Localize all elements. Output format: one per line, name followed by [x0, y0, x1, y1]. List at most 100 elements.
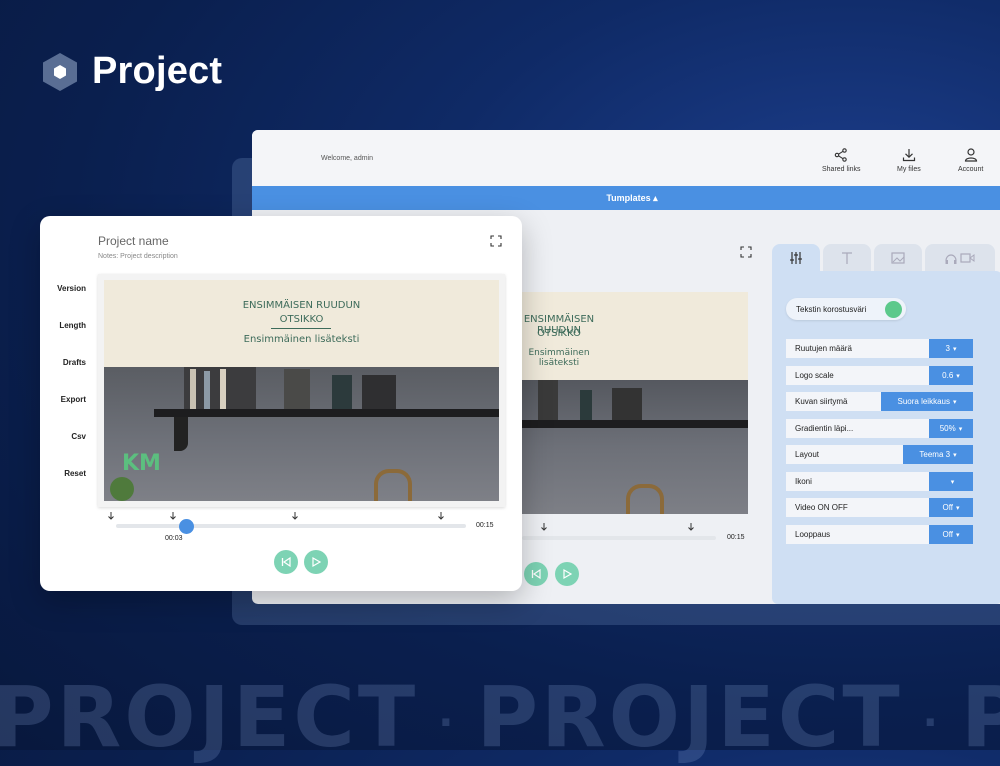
setting-value: Off: [942, 503, 953, 512]
setting-label: Video ON OFF: [795, 503, 848, 512]
timeline-track[interactable]: [116, 524, 466, 528]
fullscreen-icon[interactable]: [490, 235, 502, 247]
nav-shared-links[interactable]: Shared links: [822, 148, 861, 173]
setting-value: Off: [942, 530, 953, 539]
marker-arrow-icon: [688, 523, 694, 531]
preview-logo: KM: [122, 451, 161, 476]
watermark-separator: ·: [922, 700, 941, 747]
setting-dropdown[interactable]: Off ▾: [929, 525, 973, 544]
brand-title: Project: [92, 50, 223, 92]
welcome-text: Welcome, admin: [321, 155, 374, 162]
setting-value: 50%: [939, 424, 956, 433]
setting-dropdown[interactable]: 3 ▾: [929, 339, 973, 358]
menu-drafts[interactable]: Drafts: [63, 358, 86, 367]
marker-arrow-icon: [108, 512, 114, 520]
settings-tabs: [772, 244, 995, 272]
video-preview: ENSIMMÄISEN RUUDUN OTSIKKO Ensimmäinen l…: [98, 274, 505, 507]
setting-dropdown[interactable]: Teema 3 ▾: [903, 445, 973, 464]
marker-arrow-icon: [292, 512, 298, 520]
preview-photo: [520, 380, 748, 514]
preview-headline-2: OTSIKKO: [279, 314, 324, 325]
marker-arrow-icon: [170, 512, 176, 520]
watermark-word: PROJE: [960, 668, 1000, 766]
setting-row: Looppaus Off ▾: [786, 525, 973, 544]
setting-label: Ikoni: [795, 477, 812, 486]
back-video-preview: ENSIMMÄISEN RUUDUN OTSIKKO Ensimmäinen l…: [520, 292, 748, 514]
share-icon: [835, 148, 848, 162]
tab-image[interactable]: [874, 244, 922, 272]
menu-version[interactable]: Version: [57, 284, 86, 293]
play-icon: [563, 568, 573, 580]
timeline-playhead[interactable]: [179, 519, 194, 534]
nav-label: Shared links: [822, 166, 861, 173]
settings-panel: Tekstin korostusväri Ruutujen määrä 3 ▾ Log…: [772, 271, 1000, 604]
user-icon: [964, 148, 977, 162]
previous-button[interactable]: [274, 550, 298, 574]
setting-dropdown[interactable]: ▾: [929, 472, 973, 491]
setting-label: Logo scale: [795, 371, 834, 380]
project-name[interactable]: Project name: [98, 234, 169, 248]
fullscreen-icon[interactable]: [740, 246, 752, 258]
hexagon-logo-icon: [42, 52, 78, 92]
setting-row: Video ON OFF Off ▾: [786, 498, 973, 517]
chevron-down-icon: ▾: [956, 504, 960, 512]
setting-value: 0.6: [942, 371, 954, 380]
play-icon: [312, 556, 322, 568]
brand: Project: [42, 50, 222, 93]
tab-audio-video[interactable]: [925, 244, 995, 272]
preview-headline: ENSIMMÄISEN RUUDUN: [242, 300, 361, 311]
setting-label: Layout: [795, 450, 820, 459]
setting-row: Layout Teema 3 ▾: [786, 445, 973, 464]
skip-back-icon: [531, 568, 541, 580]
back-play-button[interactable]: [555, 562, 579, 586]
color-swatch[interactable]: [885, 301, 902, 318]
play-button[interactable]: [304, 550, 328, 574]
templates-bar[interactable]: Tumplates ▴: [252, 186, 1000, 210]
highlight-color-toggle[interactable]: Tekstin korostusväri: [786, 298, 906, 320]
watermark-word: PROJECT: [476, 668, 903, 766]
preview-headline-2: OTSIKKO: [537, 328, 581, 339]
setting-dropdown[interactable]: Off ▾: [929, 498, 973, 517]
setting-row: Logo scale 0.6 ▾: [786, 366, 973, 385]
setting-dropdown[interactable]: Suora leikkaus ▾: [881, 392, 973, 411]
setting-label: Kuvan siirtymä: [795, 397, 848, 406]
nav-account[interactable]: Account: [958, 148, 983, 173]
setting-dropdown[interactable]: 0.6 ▾: [929, 366, 973, 385]
audio-video-icon: [945, 253, 975, 264]
nav-my-files[interactable]: My files: [897, 148, 921, 173]
menu-reset[interactable]: Reset: [64, 469, 86, 478]
end-time: 00:15: [476, 522, 494, 529]
setting-dropdown[interactable]: 50% ▾: [929, 419, 973, 438]
chevron-down-icon: ▾: [952, 345, 957, 353]
chevron-down-icon: ▾: [950, 478, 955, 486]
tab-text[interactable]: [823, 244, 871, 272]
chevron-down-icon: ▾: [953, 451, 957, 459]
tab-settings[interactable]: [772, 244, 820, 272]
top-bar: Welcome, admin Shared links My files Acc…: [252, 130, 1000, 186]
menu-length[interactable]: Length: [59, 321, 86, 330]
setting-label: Ruutujen määrä: [795, 344, 852, 353]
nav-label: Account: [958, 166, 984, 173]
text-icon: [842, 252, 852, 264]
watermark-word: PROJECT: [0, 668, 419, 766]
download-icon: [902, 149, 915, 162]
marker-arrow-icon: [438, 512, 444, 520]
marker-arrow-icon: [541, 523, 547, 531]
preview-subtext: Ensimmäinen lisäteksti: [528, 348, 590, 368]
setting-row: Kuvan siirtymä Suora leikkaus ▾: [786, 392, 973, 411]
sliders-icon: [790, 252, 802, 264]
menu-csv[interactable]: Csv: [71, 432, 86, 441]
chevron-down-icon: ▾: [958, 425, 963, 433]
project-notes[interactable]: Notes: Project description: [98, 253, 178, 260]
skip-back-icon: [281, 556, 291, 568]
back-timeline[interactable]: [522, 536, 716, 540]
back-previous-button[interactable]: [524, 562, 548, 586]
preview-title-area: ENSIMMÄISEN RUUDUN OTSIKKO Ensimmäinen l…: [520, 292, 748, 380]
image-icon: [891, 252, 905, 264]
setting-value: Suora leikkaus: [897, 397, 950, 406]
menu-export[interactable]: Export: [61, 395, 86, 404]
nav-label: My files: [897, 166, 921, 173]
setting-label: Gradientin läpi...: [795, 424, 854, 433]
back-end-time: 00:15: [727, 534, 745, 541]
chevron-down-icon: ▾: [956, 372, 960, 380]
